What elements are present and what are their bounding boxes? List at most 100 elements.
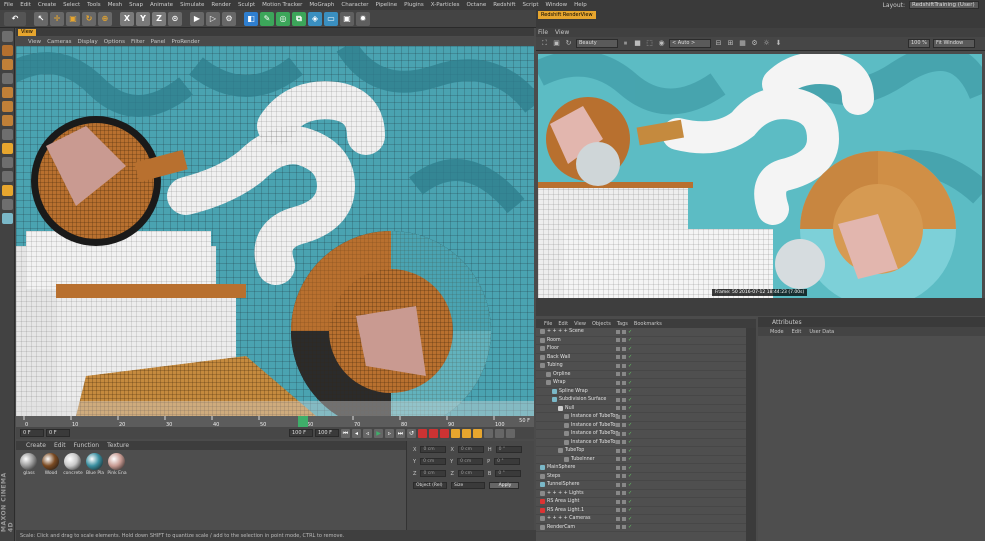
enable-check-icon[interactable]: ✓ <box>628 490 632 496</box>
coord-field[interactable]: 0 ° <box>495 446 522 453</box>
snapshot-icon[interactable]: ▣ <box>552 39 561 48</box>
object-menu-objects[interactable]: Objects <box>592 321 611 327</box>
fit-dropdown[interactable]: Fit Window <box>933 39 975 48</box>
current-frame-field[interactable]: 0 F <box>46 429 70 437</box>
attributes-menu-user-data[interactable]: User Data <box>809 329 834 335</box>
material-ball[interactable] <box>42 453 59 470</box>
enable-check-icon[interactable]: ✓ <box>628 329 632 335</box>
object-row[interactable]: Instance of TubeTop ✓ <box>536 422 746 430</box>
visibility-dots[interactable] <box>616 372 626 377</box>
object-menu-bookmarks[interactable]: Bookmarks <box>634 321 662 327</box>
array-icon[interactable]: ⧉ <box>292 11 306 26</box>
coord-mode-dropdown[interactable]: Object (Rel) <box>413 482 447 489</box>
object-row[interactable]: Orpline ✓ <box>536 371 746 379</box>
clamp-icon[interactable]: ⊟ <box>714 39 723 48</box>
texture-mode-icon[interactable] <box>2 59 13 70</box>
prev-frame-icon[interactable]: ◃ <box>363 428 372 438</box>
renderview-menu-file[interactable]: File <box>538 29 548 36</box>
object-row[interactable]: Instance of TubeTop ✓ <box>536 439 746 447</box>
menu-item-plugins[interactable]: Plugins <box>404 2 424 8</box>
enable-check-icon[interactable]: ✓ <box>628 431 632 437</box>
lock-workplane-icon[interactable] <box>2 171 13 182</box>
bucket-icon[interactable]: ▦ <box>738 39 747 48</box>
axis-x-button[interactable]: X <box>120 11 134 26</box>
enable-check-icon[interactable]: ✓ <box>628 524 632 530</box>
enable-check-icon[interactable]: ✓ <box>628 473 632 479</box>
enable-check-icon[interactable]: ✓ <box>628 465 632 471</box>
enable-check-icon[interactable]: ✓ <box>628 388 632 394</box>
axis-z-button[interactable]: Z <box>152 11 166 26</box>
viewport-menu-filter[interactable]: Filter <box>131 39 145 45</box>
object-row[interactable]: Subdivision Surface ✓ <box>536 396 746 405</box>
object-row[interactable]: + + + + Scene ✓ <box>536 328 746 337</box>
solo-icon[interactable] <box>2 213 13 224</box>
coord-field[interactable]: 0 ° <box>495 470 522 477</box>
menu-item-mesh[interactable]: Mesh <box>108 2 122 8</box>
exposure-icon[interactable]: ☼ <box>762 39 771 48</box>
rot-key-icon[interactable] <box>473 428 482 438</box>
object-row[interactable]: Spline Wrap ✓ <box>536 388 746 396</box>
layout-dropdown[interactable]: RedshiftTraining (User) <box>909 1 979 9</box>
menu-item-character[interactable]: Character <box>341 2 368 8</box>
pen-icon[interactable]: ✎ <box>260 11 274 26</box>
object-row[interactable]: Floor ✓ <box>536 345 746 354</box>
object-row[interactable]: Steps ✓ <box>536 473 746 481</box>
object-row[interactable]: Tubing ✓ <box>536 362 746 371</box>
perspective-viewport[interactable] <box>16 46 534 416</box>
select-icon[interactable]: ↖ <box>34 11 48 26</box>
viewport-menu-options[interactable]: Options <box>104 39 125 45</box>
coord-field[interactable]: 0 cm <box>457 458 484 465</box>
object-row[interactable]: RenderCam ✓ <box>536 524 746 532</box>
object-row[interactable]: + + + + Lights ✓ <box>536 490 746 498</box>
menu-item-animate[interactable]: Animate <box>150 2 173 8</box>
menu-item-sculpt[interactable]: Sculpt <box>238 2 255 8</box>
viewport-menu-prorender[interactable]: ProRender <box>172 39 200 45</box>
enable-check-icon[interactable]: ✓ <box>628 346 632 352</box>
visibility-dots[interactable] <box>616 406 626 411</box>
pla-key-icon[interactable] <box>495 428 504 438</box>
cube-icon[interactable]: ◧ <box>244 11 258 26</box>
goto-end-icon[interactable]: ⏭ <box>396 428 405 438</box>
menu-item-redshift[interactable]: Redshift <box>493 2 515 8</box>
menu-item-octane[interactable]: Octane <box>466 2 486 8</box>
object-row[interactable]: Instance of TubeTop ✓ <box>536 413 746 422</box>
object-row[interactable]: Room ✓ <box>536 337 746 345</box>
enable-check-icon[interactable]: ✓ <box>628 371 632 377</box>
visibility-dots[interactable] <box>616 329 626 334</box>
viewport-menu-panel[interactable]: Panel <box>151 39 166 45</box>
scale-key-icon[interactable] <box>462 428 471 438</box>
rotate-icon[interactable]: ↻ <box>82 11 96 26</box>
visibility-dots[interactable] <box>616 440 626 445</box>
material-menu-create[interactable]: Create <box>26 442 46 449</box>
visibility-dots[interactable] <box>616 482 626 487</box>
visibility-dots[interactable] <box>616 474 626 479</box>
object-row[interactable]: RS Area Light ✓ <box>536 498 746 507</box>
coord-field[interactable]: 0 ° <box>494 458 521 465</box>
enable-check-icon[interactable]: ✓ <box>628 456 632 462</box>
enable-check-icon[interactable]: ✓ <box>628 499 632 505</box>
sculpt-icon[interactable] <box>2 185 13 196</box>
loop-icon[interactable]: ↺ <box>407 428 416 438</box>
visibility-dots[interactable] <box>616 338 626 343</box>
autokey-icon[interactable] <box>429 428 438 438</box>
enable-check-icon[interactable]: ✓ <box>628 516 632 522</box>
menu-item-render[interactable]: Render <box>211 2 231 8</box>
visibility-dots[interactable] <box>616 389 626 394</box>
param-key-icon[interactable] <box>484 428 493 438</box>
start-frame-field[interactable]: 0 F <box>20 429 44 437</box>
timeline-ruler[interactable]: 0 10 20 30 40 50 60 70 80 90 100 50 F <box>16 416 534 428</box>
play-icon[interactable]: ▶ <box>374 428 383 438</box>
coord-field[interactable]: 0 cm <box>420 458 447 465</box>
record-icon[interactable] <box>418 428 427 438</box>
region-icon[interactable]: ⬚ <box>645 39 654 48</box>
tweak-mode-icon[interactable] <box>2 143 13 154</box>
coord-field[interactable]: 0 cm <box>420 446 447 453</box>
object-row[interactable]: Wrap ✓ <box>536 379 746 388</box>
visibility-dots[interactable] <box>616 499 626 504</box>
object-menu-file[interactable]: File <box>544 321 552 327</box>
recent-tools-icon[interactable]: ⊕ <box>98 11 112 26</box>
menu-item-window[interactable]: Window <box>545 2 567 8</box>
zoom-field[interactable]: 100 % <box>908 39 930 48</box>
end-frame-field-2[interactable]: 100 F <box>315 429 339 437</box>
visibility-dots[interactable] <box>616 355 626 360</box>
